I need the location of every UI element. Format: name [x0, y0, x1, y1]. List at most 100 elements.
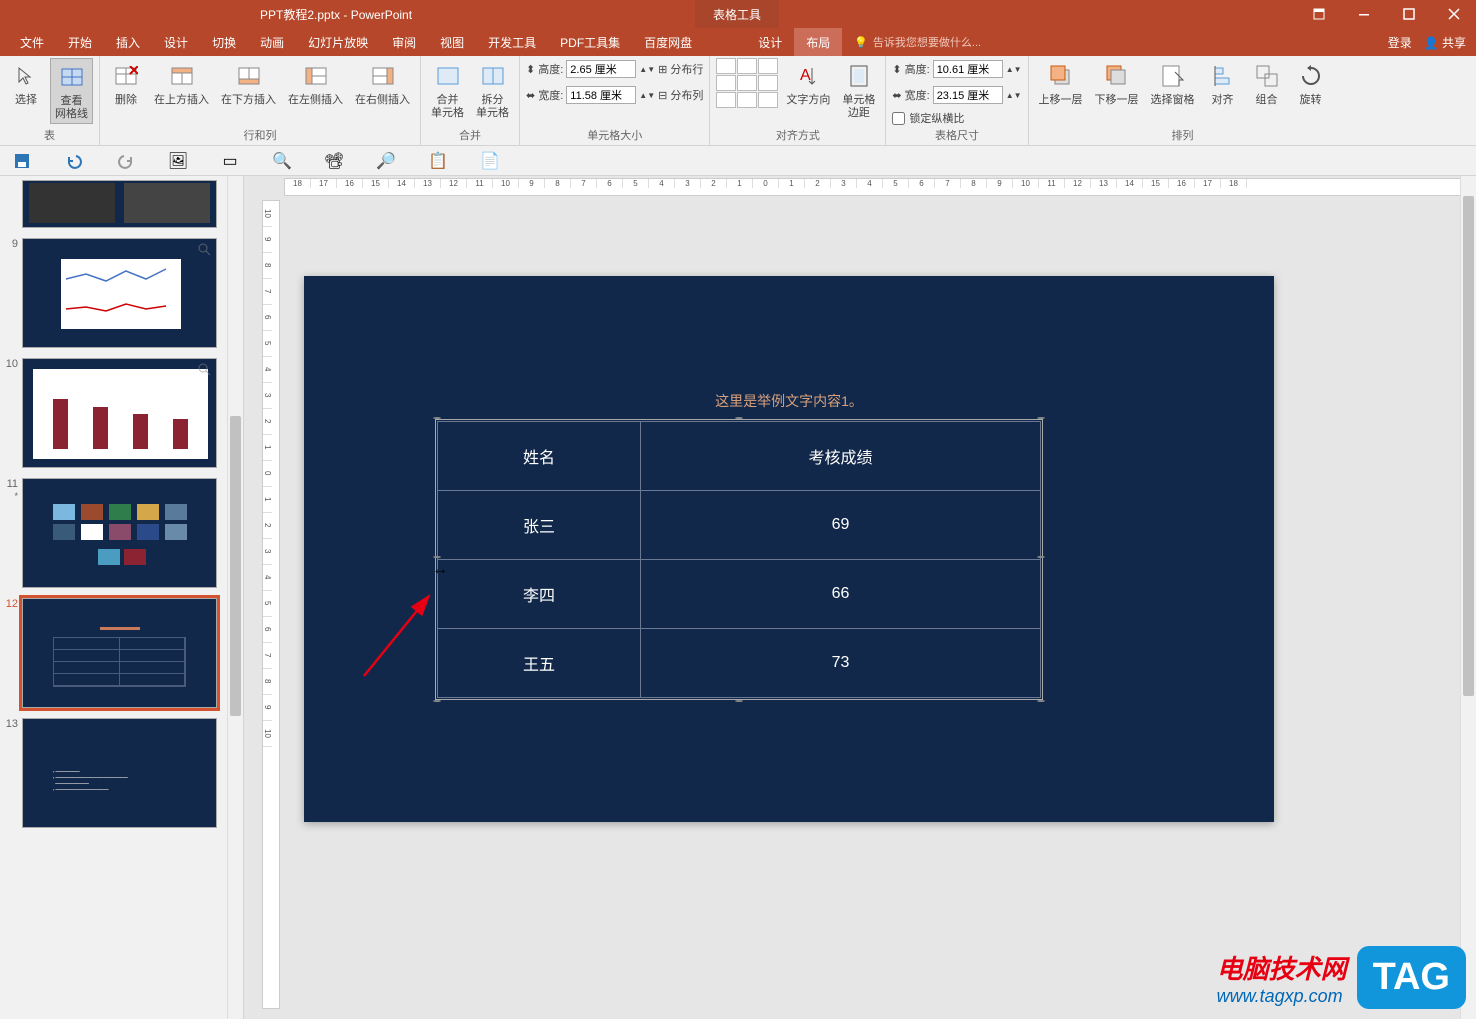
slide-title-text[interactable]: 这里是举例文字内容1。 — [304, 391, 1274, 411]
selection-handle[interactable] — [735, 700, 743, 702]
tell-me-search[interactable]: 💡 告诉我您想要做什么... — [854, 34, 981, 50]
zoom-icon — [198, 363, 212, 377]
qat-icon-7[interactable]: 📄 — [480, 151, 500, 171]
merge-cells-button[interactable]: 合并 单元格 — [427, 58, 468, 122]
align-mr[interactable] — [758, 75, 778, 91]
save-button[interactable] — [12, 151, 32, 171]
maximize-button[interactable] — [1386, 0, 1431, 28]
tab-baidu[interactable]: 百度网盘 — [632, 28, 704, 56]
ribbon-group-rows-cols: 删除 在上方插入 在下方插入 在左侧插入 在右侧插入 行和列 — [100, 56, 421, 145]
insert-above-button[interactable]: 在上方插入 — [150, 58, 213, 109]
tab-developer[interactable]: 开发工具 — [476, 28, 548, 56]
align-tc[interactable] — [737, 58, 757, 74]
cell-margins-button[interactable]: 单元格 边距 — [838, 58, 879, 122]
ribbon-group-alignment: A 文字方向 单元格 边距 对齐方式 — [710, 56, 886, 145]
login-link[interactable]: 登录 — [1388, 34, 1412, 51]
tab-table-layout[interactable]: 布局 — [794, 28, 842, 56]
slide-canvas[interactable]: 这里是举例文字内容1。 姓名考核成绩 张三69 李四66 王五73 ↔ — [304, 276, 1274, 822]
qat-icon-6[interactable]: 📋 — [428, 151, 448, 171]
align-tl[interactable] — [716, 58, 736, 74]
slide-thumbnail-12[interactable] — [22, 598, 217, 708]
minimize-button[interactable] — [1341, 0, 1386, 28]
tab-table-design[interactable]: 设计 — [746, 28, 794, 56]
watermark: 电脑技术网 www.tagxp.com TAG — [1217, 946, 1466, 1009]
tab-slideshow[interactable]: 幻灯片放映 — [296, 28, 380, 56]
stepper-icon[interactable]: ▲▼ — [1006, 91, 1022, 100]
lock-aspect-checkbox[interactable] — [892, 112, 905, 125]
row-height-input[interactable] — [566, 60, 636, 78]
view-gridlines-button[interactable]: 查看 网格线 — [50, 58, 93, 124]
selection-handle[interactable] — [735, 417, 743, 419]
selection-handle[interactable] — [1037, 700, 1045, 702]
slide-thumbnail-11[interactable] — [22, 478, 217, 588]
align-mc[interactable] — [737, 75, 757, 91]
qat-icon-2[interactable]: ▭ — [220, 151, 240, 171]
rotate-button[interactable]: 旋转 — [1291, 58, 1331, 109]
annotation-arrow-icon — [359, 591, 479, 681]
delete-button[interactable]: 删除 — [106, 58, 146, 109]
vertical-ruler: 10987654321012345678910 — [262, 200, 280, 1009]
text-direction-icon: A — [792, 60, 824, 92]
share-button[interactable]: 👤 共享 — [1424, 34, 1466, 51]
slide-thumbnail-13[interactable]: ▪ ━━━━━━━━━━▪ ━━━━━━━━━━━━━━━━━━━━━━━━━━… — [22, 718, 217, 828]
align-button[interactable]: 对齐 — [1203, 58, 1243, 109]
undo-button[interactable] — [64, 151, 84, 171]
ribbon-display-options-icon[interactable] — [1296, 0, 1341, 28]
thumbnails-scrollbar[interactable] — [227, 176, 243, 1019]
selection-handle[interactable] — [433, 700, 441, 702]
bring-forward-icon — [1045, 60, 1077, 92]
insert-right-button[interactable]: 在右侧插入 — [351, 58, 414, 109]
qat-icon-1[interactable]: 🖼 — [168, 151, 188, 171]
table-width-input[interactable] — [933, 86, 1003, 104]
qat-icon-5[interactable]: 🔎 — [376, 151, 396, 171]
select-button[interactable]: 选择 — [6, 58, 46, 109]
text-direction-button[interactable]: A 文字方向 — [782, 58, 834, 109]
align-ml[interactable] — [716, 75, 736, 91]
tab-design[interactable]: 设计 — [152, 28, 200, 56]
insert-left-button[interactable]: 在左侧插入 — [284, 58, 347, 109]
slide-thumbnail-9[interactable] — [22, 238, 217, 348]
send-backward-button[interactable]: 下移一层 — [1091, 58, 1143, 109]
ribbon-group-arrange: 上移一层 下移一层 选择窗格 对齐 组合 旋转 排列 — [1029, 56, 1337, 145]
stepper-icon[interactable]: ▲▼ — [1006, 65, 1022, 74]
selection-handle[interactable] — [1037, 556, 1045, 558]
align-br[interactable] — [758, 92, 778, 108]
distribute-cols-button[interactable]: ⊟ 分布列 — [658, 87, 703, 103]
align-bl[interactable] — [716, 92, 736, 108]
bring-forward-button[interactable]: 上移一层 — [1035, 58, 1087, 109]
tab-animation[interactable]: 动画 — [248, 28, 296, 56]
tab-insert[interactable]: 插入 — [104, 28, 152, 56]
insert-below-button[interactable]: 在下方插入 — [217, 58, 280, 109]
tab-transition[interactable]: 切换 — [200, 28, 248, 56]
slide-thumbnail-partial[interactable] — [22, 180, 217, 228]
selection-handle[interactable] — [433, 556, 441, 558]
split-cells-button[interactable]: 拆分 单元格 — [472, 58, 513, 122]
stepper-icon[interactable]: ▲▼ — [639, 65, 655, 74]
tab-view[interactable]: 视图 — [428, 28, 476, 56]
insert-col-right-icon — [367, 60, 399, 92]
selection-handle[interactable] — [433, 417, 441, 419]
table-height-icon: ⬍ — [892, 63, 901, 76]
tab-file[interactable]: 文件 — [8, 28, 56, 56]
stepper-icon[interactable]: ▲▼ — [639, 91, 655, 100]
col-width-input[interactable] — [566, 86, 636, 104]
qat-icon-4[interactable]: 📽 — [324, 151, 344, 171]
group-icon — [1251, 60, 1283, 92]
align-bc[interactable] — [737, 92, 757, 108]
align-tr[interactable] — [758, 58, 778, 74]
slide-thumbnails-panel: 9 10 11* — [0, 176, 244, 1019]
slide-table-selection[interactable]: 姓名考核成绩 张三69 李四66 王五73 — [437, 421, 1041, 698]
selection-handle[interactable] — [1037, 417, 1045, 419]
tab-review[interactable]: 审阅 — [380, 28, 428, 56]
qat-icon-3[interactable]: 🔍 — [272, 151, 292, 171]
tab-pdf[interactable]: PDF工具集 — [548, 28, 632, 56]
redo-button[interactable] — [116, 151, 136, 171]
group-button[interactable]: 组合 — [1247, 58, 1287, 109]
slide-thumbnail-10[interactable] — [22, 358, 217, 468]
close-button[interactable] — [1431, 0, 1476, 28]
table-height-input[interactable] — [933, 60, 1003, 78]
selection-pane-button[interactable]: 选择窗格 — [1147, 58, 1199, 109]
tab-home[interactable]: 开始 — [56, 28, 104, 56]
distribute-rows-button[interactable]: ⊞ 分布行 — [658, 61, 703, 77]
editor-scrollbar[interactable] — [1460, 176, 1476, 1019]
